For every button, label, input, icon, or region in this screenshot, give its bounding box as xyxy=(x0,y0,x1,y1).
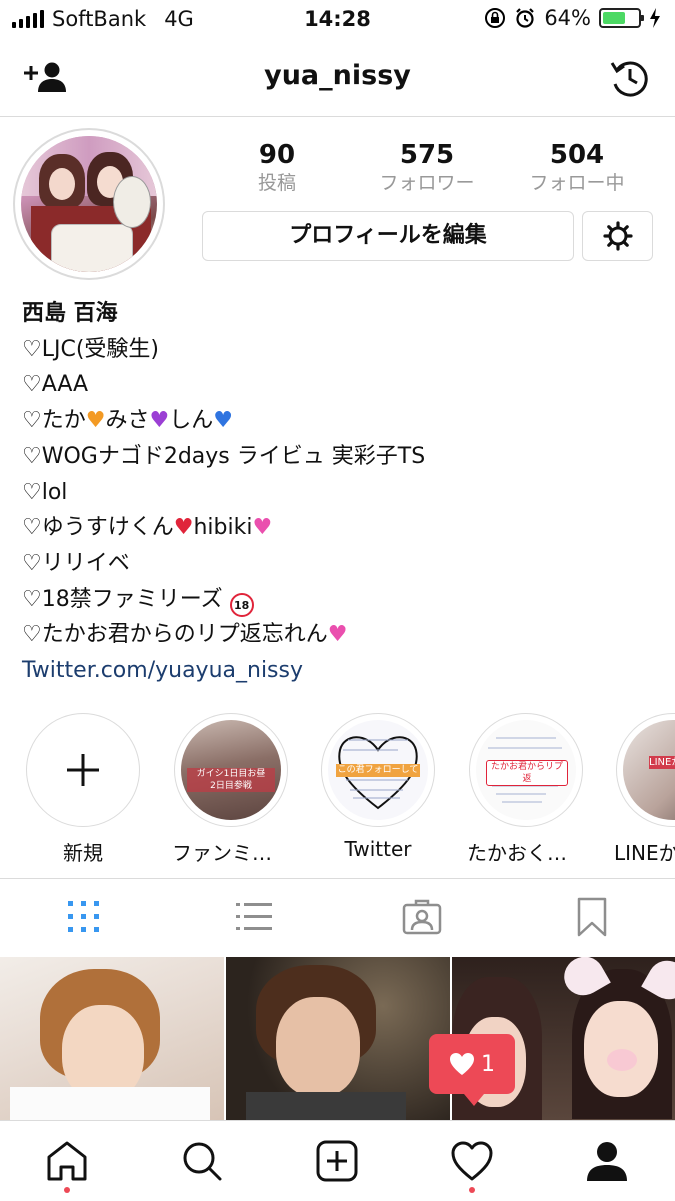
bio-line: ♡LJC(受験生) xyxy=(22,336,159,362)
tagged-photos-icon[interactable] xyxy=(402,897,442,937)
purple-heart-icon: ♥ xyxy=(149,408,170,434)
home-icon[interactable] xyxy=(45,1139,89,1183)
bio-line: ♡ゆうすけくん♥hibiki♥ xyxy=(22,515,273,541)
search-icon[interactable] xyxy=(180,1139,224,1183)
stat-posts[interactable]: 90 投稿 xyxy=(217,140,337,195)
sparkling-heart-icon: ♥ xyxy=(327,622,348,648)
new-post-icon[interactable] xyxy=(315,1139,359,1183)
like-count: 1 xyxy=(481,1051,495,1077)
heart-icon xyxy=(450,1053,474,1075)
sparkling-heart-icon: ♥ xyxy=(252,515,273,541)
highlight-fanmeeting[interactable]: ガイシ1日目お昼 2日目参戦 ファンミ当選 xyxy=(172,713,290,866)
bio-line: ♡たかお君からのリプ返忘れん♥ xyxy=(22,622,348,648)
home-activity-dot xyxy=(64,1187,70,1193)
bio-line: ♡lol xyxy=(22,479,68,505)
bio-line: ♡リリイベ xyxy=(22,550,130,576)
highlight-caption: Twitter xyxy=(344,837,412,861)
battery-percent: 64% xyxy=(544,6,591,30)
profile-avatar[interactable] xyxy=(13,128,165,280)
bio-line: ♡AAA xyxy=(22,372,89,398)
highlight-new[interactable]: 新規 xyxy=(24,713,142,866)
profile-username: yua_nissy xyxy=(264,60,411,91)
profile-nav-bar: yua_nissy xyxy=(0,40,675,117)
list-view-icon[interactable] xyxy=(234,897,274,937)
status-bar: SoftBank 4G 14:28 64% xyxy=(0,0,675,40)
profile-display-name: 西島 百海 xyxy=(22,301,118,326)
highlight-overlay-text: この君フォローして xyxy=(336,764,420,777)
highlight-overlay-text: たかお君からリプ返 xyxy=(486,760,568,786)
alarm-icon xyxy=(516,8,535,28)
profile-view-tabs xyxy=(0,878,675,957)
avatar-image xyxy=(21,136,157,272)
following-label: フォロー中 xyxy=(529,172,625,194)
posts-label: 投稿 xyxy=(257,172,296,194)
bottom-tab-bar xyxy=(0,1120,675,1201)
settings-button[interactable] xyxy=(582,211,653,261)
blue-heart-icon: ♥ xyxy=(213,408,233,434)
followers-label: フォロワー xyxy=(379,172,475,194)
activity-notification-bubble[interactable]: 1 xyxy=(429,1034,515,1106)
highlight-takao-reply[interactable]: たかお君からリプ返 たかおくんリ… xyxy=(467,713,585,866)
grid-view-icon[interactable] xyxy=(64,897,104,937)
posts-count: 90 xyxy=(258,140,296,170)
highlight-overlay-text: ガイシ1日目お昼 2日目参戦 xyxy=(187,768,275,792)
red-heart-icon: ♥ xyxy=(173,515,194,541)
highlight-caption: たかおくんリ… xyxy=(467,841,585,865)
no-under-18-icon: 18 xyxy=(229,592,254,617)
bio-line: ♡たか♥みさ♥しん♥ xyxy=(22,408,233,434)
bio-link[interactable]: Twitter.com/yuayua_nissy xyxy=(22,653,662,689)
history-icon[interactable] xyxy=(609,58,651,98)
highlight-line[interactable]: LINEか 送ってくだ LINEか xyxy=(614,713,675,863)
highlight-caption: ファンミ当選 xyxy=(172,841,290,865)
status-right: 64% xyxy=(484,6,661,30)
highlight-twitter[interactable]: この君フォローして Twitter xyxy=(319,713,437,861)
post-thumbnail[interactable] xyxy=(0,957,224,1120)
profile-bio: 西島 百海 ♡LJC(受験生) ♡AAA ♡たか♥みさ♥しん♥ ♡WOGナゴド2… xyxy=(22,296,662,689)
followers-count: 575 xyxy=(399,140,455,170)
profile-icon[interactable] xyxy=(585,1139,629,1183)
bio-line: ♡18禁ファミリーズ 18 xyxy=(22,582,662,618)
post-thumbnail[interactable] xyxy=(226,957,450,1120)
highlight-overlay-text: LINEか 送ってくだ xyxy=(649,756,675,769)
charging-icon xyxy=(650,8,660,28)
highlight-caption: LINEか xyxy=(614,841,675,863)
saved-bookmark-icon[interactable] xyxy=(572,897,612,937)
orange-heart-icon: ♥ xyxy=(85,408,106,434)
battery-icon xyxy=(599,8,644,28)
bio-line: ♡WOGナゴド2days ライビュ 実彩子TS xyxy=(22,443,426,469)
stat-following[interactable]: 504 フォロー中 xyxy=(517,140,637,195)
activity-heart-icon[interactable] xyxy=(450,1139,494,1183)
rotation-lock-icon xyxy=(485,8,506,28)
stat-followers[interactable]: 575 フォロワー xyxy=(367,140,487,195)
highlight-caption: 新規 xyxy=(63,841,103,865)
gear-icon xyxy=(602,221,633,251)
plus-icon xyxy=(67,754,99,786)
edit-profile-button[interactable]: プロフィールを編集 xyxy=(202,211,574,261)
following-count: 504 xyxy=(549,140,605,170)
activity-dot xyxy=(469,1187,475,1193)
